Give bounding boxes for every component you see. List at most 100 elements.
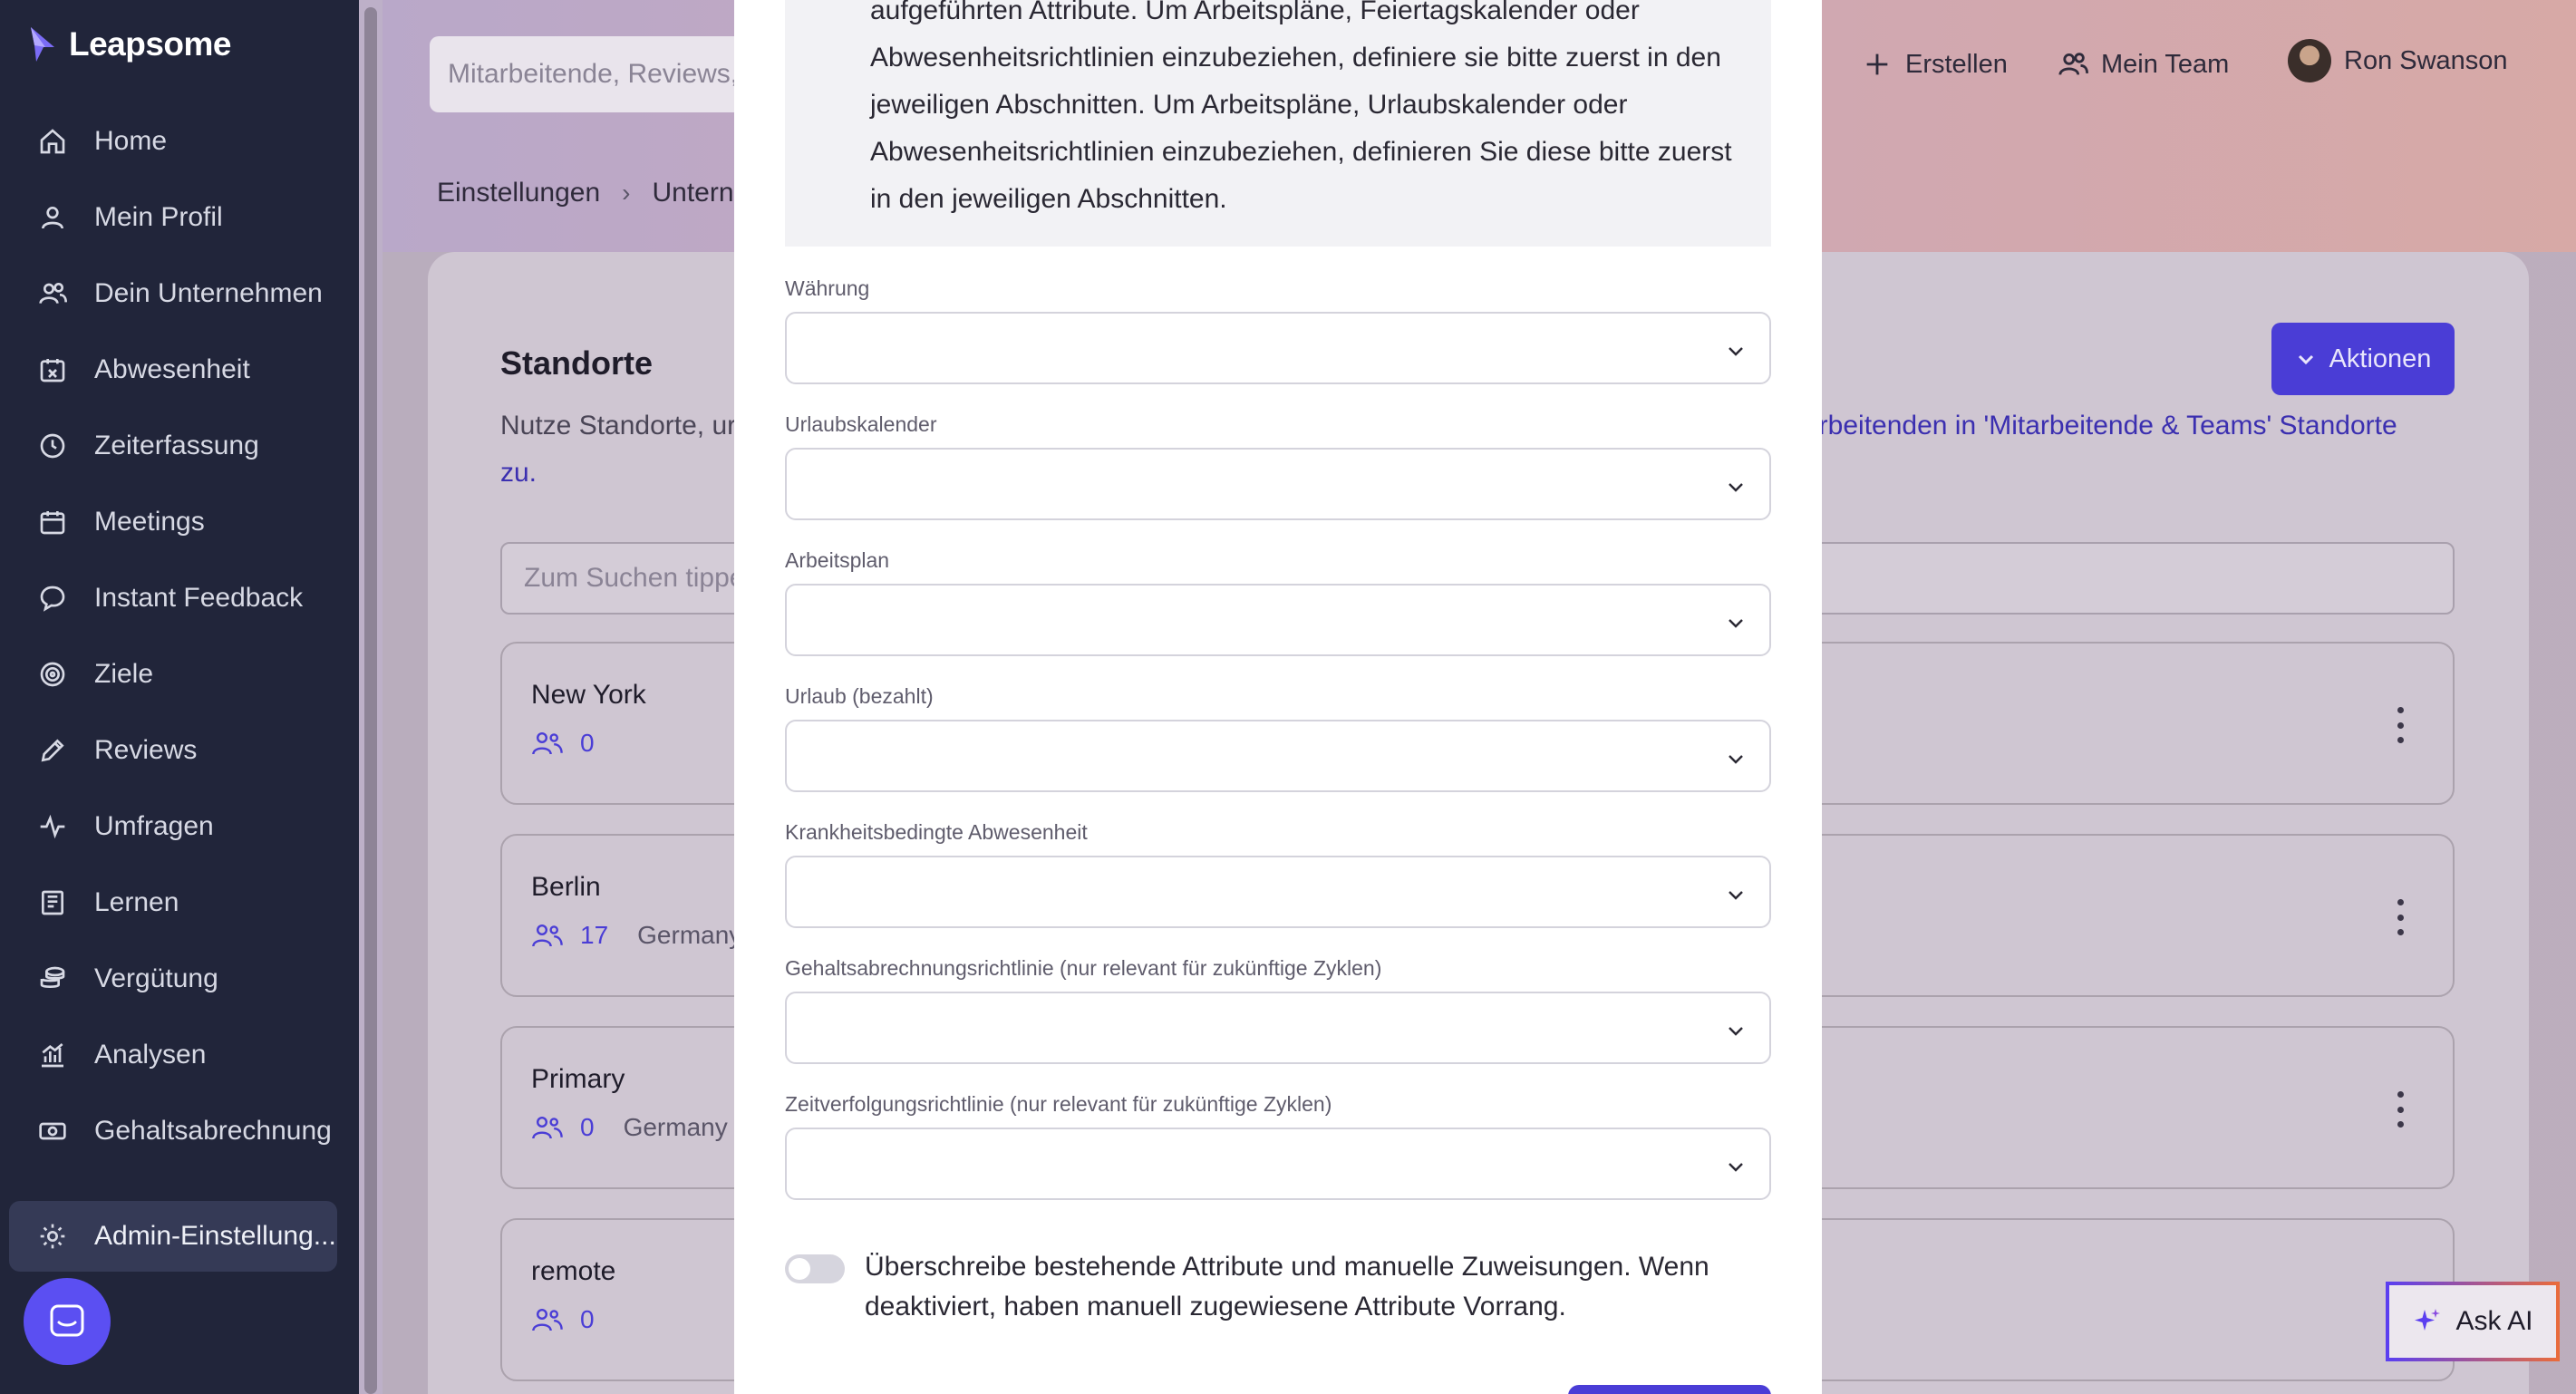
location-members[interactable]: 0: [531, 1305, 595, 1334]
gear-icon: [36, 1220, 69, 1253]
sidebar-item-lernen[interactable]: Lernen: [9, 867, 337, 938]
sidebar-item-label: Zeiterfassung: [94, 431, 259, 460]
brand-name: Leapsome: [69, 25, 232, 63]
location-name: Berlin: [531, 872, 601, 902]
chevron-down-icon: [1729, 1027, 1743, 1036]
field-label-arbeitsplan: Arbeitsplan: [785, 548, 890, 572]
page-description-link[interactable]: arbeitenden in 'Mitarbeitende & Teams' S…: [1804, 402, 2397, 450]
page-description: Nutze Standorte, ur: [500, 411, 737, 440]
sidebar-item-abwesenheit[interactable]: Abwesenheit: [9, 334, 337, 405]
location-country: Germany: [637, 921, 742, 949]
payroll-policy-select[interactable]: [785, 992, 1771, 1064]
sidebar-item-instant-feedback[interactable]: Instant Feedback: [9, 563, 337, 634]
chart-icon: [36, 1039, 69, 1071]
sidebar-item-dein-unternehmen[interactable]: Dein Unternehmen: [9, 258, 337, 329]
paid-leave-select[interactable]: [785, 720, 1771, 792]
filter-placeholder: Zum Suchen tippe: [524, 563, 745, 593]
more-options-icon[interactable]: [2395, 1091, 2406, 1128]
modal-primary-button[interactable]: [1568, 1385, 1771, 1394]
location-name: New York: [531, 680, 646, 710]
chat-icon: [36, 582, 69, 615]
currency-select[interactable]: [785, 312, 1771, 384]
more-options-icon[interactable]: [2395, 899, 2406, 935]
breadcrumb: Einstellungen › Unterne: [437, 178, 749, 208]
more-options-icon[interactable]: [2395, 707, 2406, 743]
field-label-urlaub-bezahlt: Urlaub (bezahlt): [785, 684, 934, 708]
chevron-down-icon: [1729, 347, 1743, 356]
chevron-right-icon: ›: [622, 179, 631, 207]
sidebar: Leapsome Home Mein Profil Dein Unternehm…: [0, 0, 359, 1394]
target-icon: [36, 658, 69, 691]
field-label-urlaubskalender: Urlaubskalender: [785, 412, 937, 436]
sidebar-item-label: Analysen: [94, 1040, 207, 1070]
field-label-waehrung: Währung: [785, 276, 870, 300]
leapsome-logo[interactable]: Leapsome: [27, 22, 232, 67]
create-button[interactable]: Erstellen: [1862, 45, 2008, 83]
member-count: 17: [580, 921, 609, 949]
user-menu[interactable]: Ron Swanson: [2288, 39, 2508, 82]
clock-icon: [36, 430, 69, 462]
sidebar-item-zeiterfassung[interactable]: Zeiterfassung: [9, 411, 337, 481]
plus-icon: [1866, 53, 1888, 75]
chevron-down-icon: [1729, 619, 1743, 628]
sidebar-item-label: Abwesenheit: [94, 354, 250, 384]
sidebar-item-ziele[interactable]: Ziele: [9, 639, 337, 710]
book-icon: [36, 886, 69, 919]
sidebar-item-label: Reviews: [94, 735, 198, 765]
sidebar-scrollbar-thumb[interactable]: [364, 7, 377, 1394]
field-label-krankheit: Krankheitsbedingte Abwesenheit: [785, 820, 1088, 844]
ask-ai-label: Ask AI: [2455, 1306, 2533, 1336]
field-label-zeitverfolgung: Zeitverfolgungsrichtlinie (nur relevant …: [785, 1092, 1332, 1116]
my-team-button[interactable]: Mein Team: [2058, 45, 2229, 83]
sidebar-item-label: Umfragen: [94, 811, 214, 841]
calendar-icon: [36, 506, 69, 538]
location-name: remote: [531, 1256, 616, 1286]
members-icon: [532, 732, 563, 755]
pulse-icon: [36, 810, 69, 843]
holiday-calendar-select[interactable]: [785, 448, 1771, 520]
page-description-end[interactable]: zu.: [500, 450, 537, 497]
money-icon: [36, 1115, 69, 1147]
user-icon: [36, 201, 69, 234]
member-count: 0: [580, 729, 595, 757]
home-icon: [36, 125, 69, 158]
sidebar-item-meetings[interactable]: Meetings: [9, 487, 337, 557]
coins-icon: [36, 963, 69, 995]
support-chat-button[interactable]: [24, 1278, 111, 1365]
sidebar-item-label: Instant Feedback: [94, 583, 304, 613]
actions-button[interactable]: Aktionen: [2271, 323, 2455, 395]
users-icon: [36, 277, 69, 310]
sick-leave-select[interactable]: [785, 856, 1771, 928]
breadcrumb-settings[interactable]: Einstellungen: [437, 178, 600, 208]
override-toggle[interactable]: [785, 1254, 845, 1283]
sidebar-item-mein-profil[interactable]: Mein Profil: [9, 182, 337, 253]
leapsome-logo-icon: [31, 27, 54, 62]
sidebar-item-gehaltsabrechnung[interactable]: Gehaltsabrechnung: [9, 1096, 337, 1167]
location-members[interactable]: 0: [531, 729, 595, 758]
chat-bubble-icon: [50, 1304, 84, 1337]
ask-ai-button[interactable]: Ask AI: [2386, 1282, 2560, 1361]
location-country: Germany: [623, 1113, 728, 1141]
sidebar-item-label: Lernen: [94, 887, 179, 917]
members-icon: [532, 924, 563, 947]
work-schedule-select[interactable]: [785, 584, 1771, 656]
time-tracking-policy-select[interactable]: [785, 1128, 1771, 1200]
sidebar-item-analysen[interactable]: Analysen: [9, 1020, 337, 1090]
sidebar-item-reviews[interactable]: Reviews: [9, 715, 337, 786]
my-team-label: Mein Team: [2101, 49, 2230, 79]
actions-label: Aktionen: [2329, 344, 2432, 373]
location-members[interactable]: 17 Germany: [531, 921, 741, 950]
field-label-gehaltsabrechnung: Gehaltsabrechnungsrichtlinie (nur releva…: [785, 956, 1382, 980]
sidebar-item-label: Mein Profil: [94, 202, 223, 232]
sidebar-item-admin-einstellungen[interactable]: Admin-Einstellung...: [9, 1201, 337, 1272]
location-members[interactable]: 0 Germany: [531, 1113, 728, 1142]
sidebar-item-verguetung[interactable]: Vergütung: [9, 944, 337, 1014]
sidebar-item-label: Vergütung: [94, 963, 218, 993]
sidebar-item-label: Gehaltsabrechnung: [94, 1116, 332, 1146]
sidebar-item-label: Dein Unternehmen: [94, 278, 323, 308]
search-placeholder: Mitarbeitende, Reviews,: [448, 59, 739, 89]
sidebar-item-home[interactable]: Home: [9, 106, 337, 177]
sidebar-item-label: Meetings: [94, 507, 205, 537]
sidebar-item-umfragen[interactable]: Umfragen: [9, 791, 337, 862]
chevron-down-icon: [2298, 354, 2313, 365]
